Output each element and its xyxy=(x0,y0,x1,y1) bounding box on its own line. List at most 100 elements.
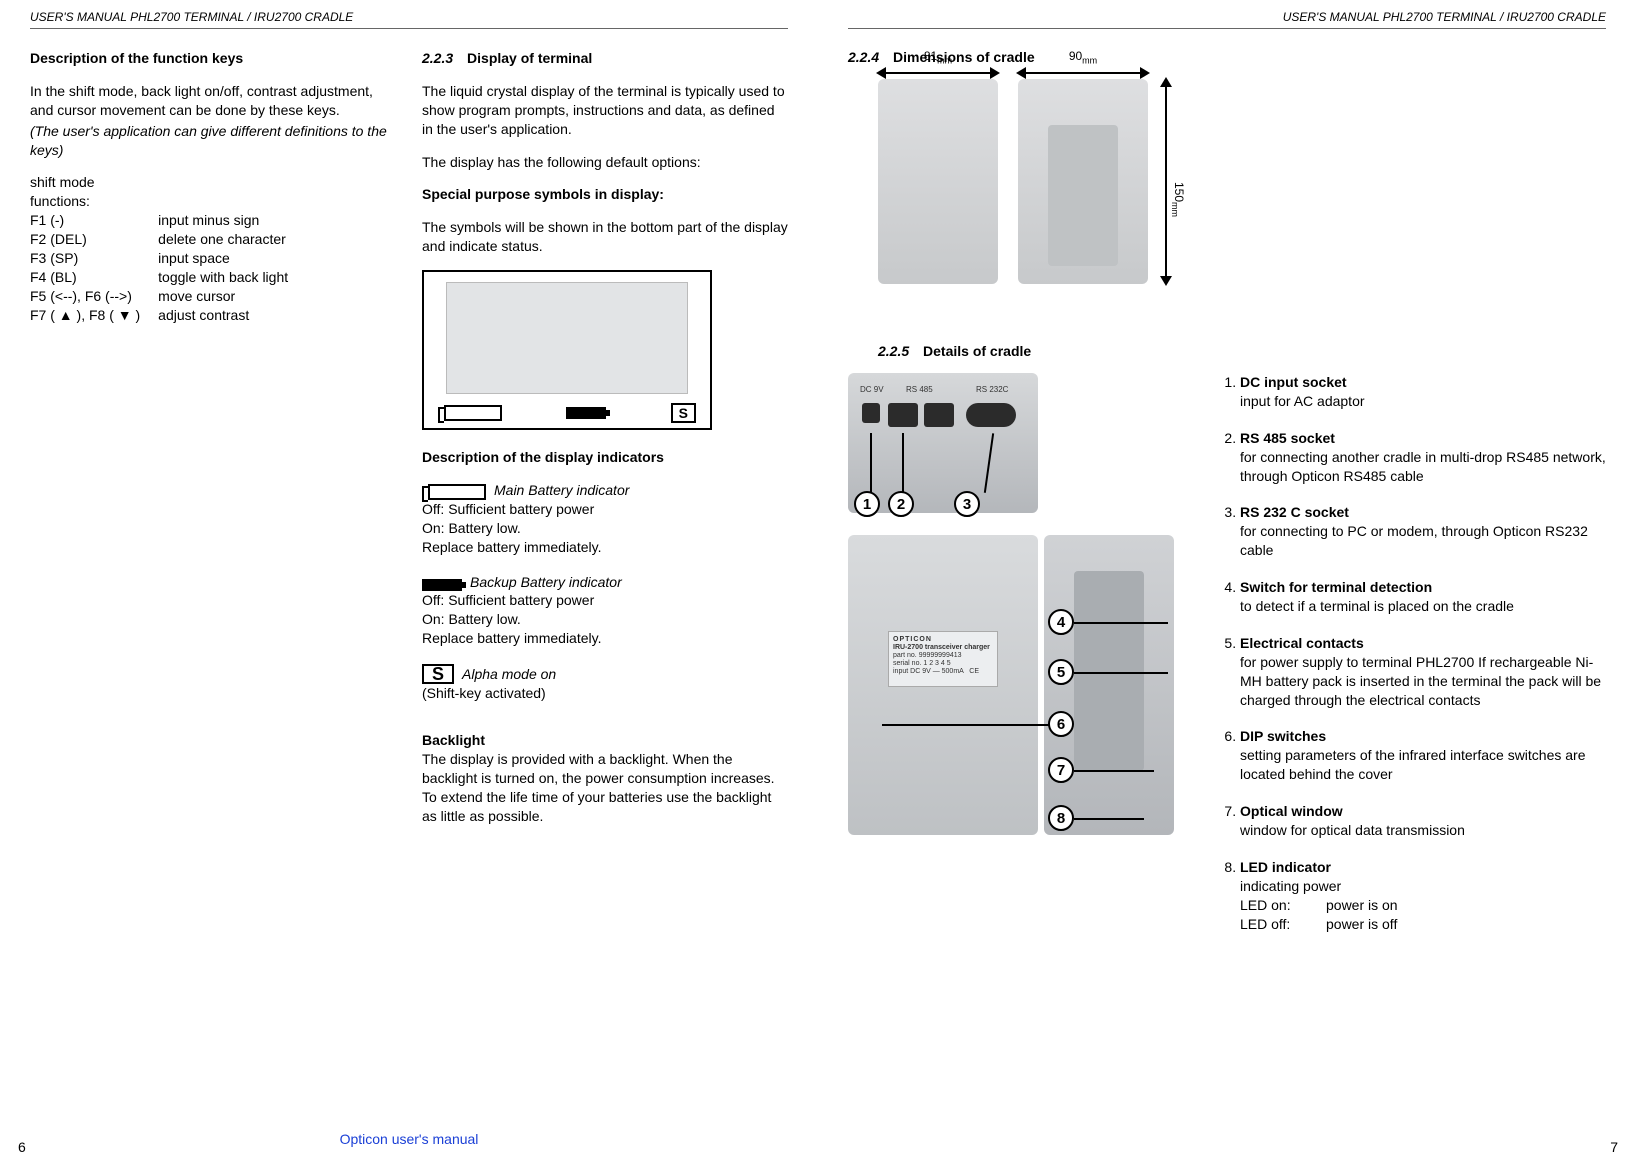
product-label-plate: OPTICON IRU-2700 transceiver charger par… xyxy=(888,631,998,687)
dim-value: 81 xyxy=(924,49,937,63)
callout-circle: 1 xyxy=(854,491,880,517)
fkey-key: F7 ( ▲ ), F8 ( ▼ ) xyxy=(30,306,158,325)
list-item-title: Electrical contacts xyxy=(1240,634,1606,653)
cradle-underside-view: OPTICON IRU-2700 transceiver charger par… xyxy=(848,535,1038,835)
callout-circle: 8 xyxy=(1048,805,1074,831)
plate-serial-label: serial no. xyxy=(893,660,921,667)
list-item: DIP switchessetting parameters of the in… xyxy=(1240,727,1606,784)
dim-unit: mm xyxy=(1082,55,1097,65)
backlight-title: Backlight xyxy=(422,731,788,750)
list-item-title: Optical window xyxy=(1240,802,1606,821)
section-num: 2.2.3 xyxy=(422,50,453,66)
section-title: Details of cradle xyxy=(923,343,1031,359)
terminal-display-illustration: S xyxy=(422,270,712,430)
list-item-title: DIP switches xyxy=(1240,727,1606,746)
list-item: Switch for terminal detectionto detect i… xyxy=(1240,578,1606,616)
fkeys-title: Description of the function keys xyxy=(30,49,396,68)
plate-input-label: input xyxy=(893,668,908,675)
indicator-line: Off: Sufficient battery power xyxy=(422,591,788,610)
port-label-rs232: RS 232C xyxy=(976,385,1008,394)
s223-p1: The liquid crystal display of the termin… xyxy=(422,82,788,139)
dim-value: 90 xyxy=(1069,49,1082,63)
fkeys-intro: In the shift mode, back light on/off, co… xyxy=(30,82,396,120)
plate-input: DC 9V — 500mA xyxy=(910,668,963,675)
list-item-title: RS 232 C socket xyxy=(1240,503,1606,522)
fkey-key: F1 (-) xyxy=(30,211,158,230)
led-meaning: power is off xyxy=(1326,915,1397,934)
section-num: 2.2.4 xyxy=(848,49,879,65)
callout-circle: 7 xyxy=(1048,757,1074,783)
indicator-main-battery: Main Battery indicator Off: Sufficient b… xyxy=(422,481,788,557)
led-state: LED off: xyxy=(1240,915,1302,934)
list-item: RS 232 C socketfor connecting to PC or m… xyxy=(1240,503,1606,560)
rs485-socket-icon xyxy=(888,403,918,427)
list-item-title: Switch for terminal detection xyxy=(1240,578,1606,597)
details-photos: DC 9V RS 485 RS 232C 1 2 3 xyxy=(848,373,1188,951)
dim-unit: mm xyxy=(937,55,952,65)
dimension-arrow-width-front: 90mm xyxy=(1018,65,1148,81)
port-label-rs485: RS 485 xyxy=(906,385,933,394)
fkey-key: F3 (SP) xyxy=(30,249,158,268)
backlight-p: The display is provided with a backlight… xyxy=(422,750,788,826)
list-item-desc: to detect if a terminal is placed on the… xyxy=(1240,598,1514,614)
indicator-line: On: Battery low. xyxy=(422,610,788,629)
alpha-mode-icon: S xyxy=(671,403,696,423)
fkeys-table: F1 (-)input minus sign F2 (DEL)delete on… xyxy=(30,211,306,324)
details-list: DC input socketinput for AC adaptor RS 4… xyxy=(1218,373,1606,951)
plate-part: 99999999413 xyxy=(919,652,962,659)
plate-part-label: part no. xyxy=(893,652,917,659)
section-223-head: 2.2.3 Display of terminal xyxy=(422,49,788,68)
list-item-desc: for connecting to PC or modem, through O… xyxy=(1240,523,1588,558)
display-screen xyxy=(446,282,688,394)
indicator-line: Replace battery immediately. xyxy=(422,629,788,648)
fkey-val: toggle with back light xyxy=(158,268,306,287)
cradle-front-view xyxy=(1018,79,1148,284)
page-number-right: 7 xyxy=(1610,1139,1618,1155)
rs485-socket-icon xyxy=(924,403,954,427)
led-meaning: power is on xyxy=(1326,896,1398,915)
leader-line xyxy=(1074,770,1154,772)
cradle-bottom-views: OPTICON IRU-2700 transceiver charger par… xyxy=(848,535,1188,835)
fkey-val: delete one character xyxy=(158,230,306,249)
list-item-desc: setting parameters of the infrared inter… xyxy=(1240,747,1586,782)
display-status-row: S xyxy=(434,402,700,424)
fkey-key: F4 (BL) xyxy=(30,268,158,287)
indicator-alpha-mode: S Alpha mode on (Shift-key activated) xyxy=(422,664,788,703)
port-label-dc: DC 9V xyxy=(860,385,884,394)
list-item-title: RS 485 socket xyxy=(1240,429,1606,448)
details-figure-area: DC 9V RS 485 RS 232C 1 2 3 xyxy=(848,373,1606,951)
indicator-backup-battery: Backup Battery indicator Off: Sufficient… xyxy=(422,573,788,649)
sps-title: Special purpose symbols in display: xyxy=(422,185,788,204)
cradle-rear-view: DC 9V RS 485 RS 232C xyxy=(848,373,1038,513)
plate-serial: 1 2 3 4 5 xyxy=(923,660,950,667)
leader-line xyxy=(1074,622,1168,624)
left-page-columns: Description of the function keys In the … xyxy=(30,49,788,839)
indicator-line: On: Battery low. xyxy=(422,519,788,538)
running-header-left: USER'S MANUAL PHL2700 TERMINAL / IRU2700… xyxy=(30,10,788,29)
fkeys-note: (The user's application can give differe… xyxy=(30,122,396,160)
callout-circle: 3 xyxy=(954,491,980,517)
fkey-val: move cursor xyxy=(158,287,306,306)
list-item-desc: for power supply to terminal PHL2700 If … xyxy=(1240,654,1601,708)
dc-socket-icon xyxy=(862,403,880,423)
leader-line xyxy=(1074,672,1168,674)
list-item-title: DC input socket xyxy=(1240,373,1606,392)
list-item-desc: for connecting another cradle in multi-d… xyxy=(1240,449,1606,484)
alpha-mode-icon: S xyxy=(422,664,454,684)
fkey-val: adjust contrast xyxy=(158,306,306,325)
battery-backup-icon xyxy=(566,407,606,419)
list-item: RS 485 socketfor connecting another crad… xyxy=(1240,429,1606,486)
indicator-line: Off: Sufficient battery power xyxy=(422,500,788,519)
cradle-top-slot-view xyxy=(1044,535,1174,835)
list-item-desc: input for AC adaptor xyxy=(1240,393,1365,409)
list-item: LED indicator indicating power LED on:po… xyxy=(1240,858,1606,934)
leader-line xyxy=(870,433,872,493)
dimension-arrow-width-side: 81mm xyxy=(878,65,998,81)
dimension-arrow-height: 150mm xyxy=(1158,79,1174,284)
section-num: 2.2.5 xyxy=(878,343,909,359)
battery-main-icon xyxy=(438,405,502,421)
indicator-line: Replace battery immediately. xyxy=(422,538,788,557)
plate-brand: OPTICON xyxy=(893,636,993,644)
fkey-val: input minus sign xyxy=(158,211,306,230)
indicator-label: Alpha mode on xyxy=(462,665,556,684)
